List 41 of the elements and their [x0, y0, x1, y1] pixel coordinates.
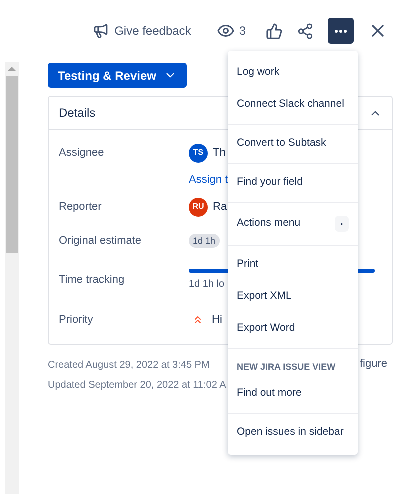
field-label: Time tracking [59, 272, 126, 288]
field-label: Assignee [59, 146, 106, 161]
menu-heading: NEW JIRA ISSUE VIEW [236, 361, 337, 374]
created-date: Created August 29, 2022 at 3:45 PM [48, 359, 210, 373]
avatar: TS [189, 144, 208, 162]
menu-item[interactable]: Actions menu . [228, 206, 358, 242]
avatar: RU [189, 198, 208, 216]
estimate-lozenge: 1d 1h [189, 234, 220, 248]
priority-icon [192, 314, 204, 326]
field-label: Reporter [59, 200, 103, 215]
updated-date: Updated September 20, 2022 at 11:02 A [48, 379, 226, 393]
menu-item[interactable]: Find out more [228, 378, 358, 410]
menu-item-label: Actions menu [237, 216, 301, 232]
status-button[interactable]: Testing & Review [48, 63, 188, 88]
menu-item[interactable]: Open issues in sidebar [228, 416, 358, 448]
logged-time: 1d 1h lo [189, 278, 225, 292]
field-label: Original estimate [59, 234, 143, 249]
scrollbar[interactable] [5, 62, 19, 494]
configure-link[interactable]: figure [360, 356, 388, 372]
like-icon[interactable] [266, 22, 283, 40]
user-name: Th [213, 146, 226, 161]
share-icon[interactable] [297, 22, 314, 40]
megaphone-icon [92, 23, 109, 39]
eye-icon [217, 22, 236, 40]
more-icon [335, 30, 347, 32]
menu-item[interactable]: Export Word [228, 313, 358, 345]
watch-button[interactable]: 3 [217, 22, 246, 40]
more-button[interactable] [328, 18, 354, 44]
panel-title: Details [59, 105, 96, 122]
menu-item[interactable]: Print [228, 249, 358, 281]
assign-link[interactable]: Assign t [189, 172, 228, 188]
menu-item[interactable]: Connect Slack channel [228, 89, 358, 121]
menu-item[interactable]: Export XML [228, 281, 358, 313]
user-name: Ra [213, 200, 228, 215]
menu-item[interactable]: Find your field [228, 167, 358, 199]
priority-value: Hi [212, 312, 222, 328]
shortcut-key: . [334, 216, 349, 232]
menu-item[interactable]: Log work [228, 57, 358, 89]
feedback-button[interactable]: Give feedback [92, 22, 192, 40]
menu-item[interactable]: Convert to Subtask [228, 128, 358, 160]
field-label: Priority [59, 312, 94, 328]
